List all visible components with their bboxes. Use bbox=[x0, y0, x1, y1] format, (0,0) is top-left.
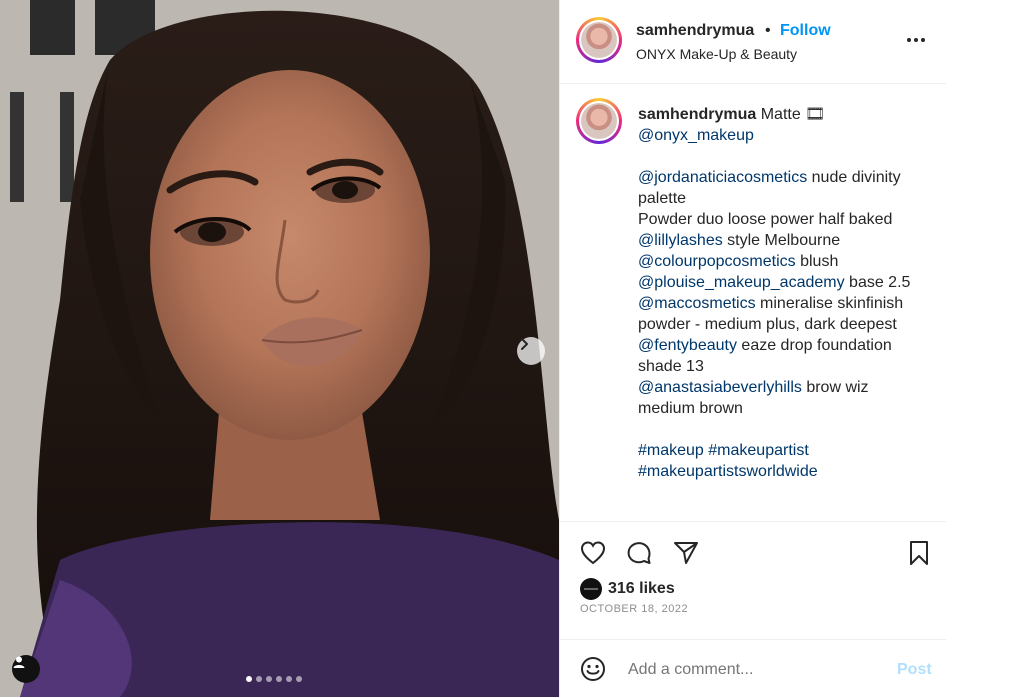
caption-line: @lillylashes style Melbourne bbox=[638, 230, 928, 251]
follow-button[interactable]: Follow bbox=[780, 22, 831, 40]
save-button[interactable] bbox=[904, 538, 934, 568]
emoji-button[interactable] bbox=[578, 654, 608, 684]
post-image[interactable] bbox=[0, 0, 559, 697]
more-icon bbox=[907, 38, 911, 42]
post-sidebar: samhendrymua • Follow ONYX Make-Up & Bea… bbox=[559, 0, 946, 697]
user-tag-button[interactable] bbox=[12, 655, 40, 683]
caption-mention[interactable]: @plouise_makeup_academy bbox=[638, 274, 845, 291]
caption-line bbox=[638, 419, 928, 440]
caption-section: samhendrymua Matte 🎞 @onyx_makeup @jorda… bbox=[560, 84, 946, 521]
like-button[interactable] bbox=[578, 538, 608, 568]
share-button[interactable] bbox=[671, 538, 701, 568]
comment-button[interactable] bbox=[624, 538, 654, 568]
action-bar: 316 likes OCTOBER 18, 2022 bbox=[560, 521, 946, 640]
comment-input[interactable] bbox=[626, 660, 870, 680]
likes-count[interactable]: 316 likes bbox=[608, 580, 675, 598]
chevron-right-icon bbox=[521, 338, 528, 350]
likes-row: 316 likes bbox=[580, 578, 675, 600]
post-date: OCTOBER 18, 2022 bbox=[580, 603, 689, 615]
caption-mention[interactable]: @lillylashes bbox=[638, 232, 723, 249]
caption-line: @plouise_makeup_academy base 2.5 bbox=[638, 272, 928, 293]
header-avatar[interactable] bbox=[576, 17, 622, 63]
carousel-dot bbox=[296, 676, 302, 682]
caption-line: @onyx_makeup bbox=[638, 125, 928, 146]
caption-username[interactable]: samhendrymua bbox=[638, 106, 756, 123]
carousel-dot bbox=[286, 676, 292, 682]
avatar bbox=[581, 22, 617, 58]
carousel-dot bbox=[256, 676, 262, 682]
caption-line: @maccosmetics mineralise skinfinish powd… bbox=[638, 293, 928, 335]
caption-avatar[interactable] bbox=[576, 98, 622, 144]
caption-mention[interactable]: @fentybeauty bbox=[638, 337, 737, 354]
carousel-dot bbox=[246, 676, 252, 682]
caption-text-segment: blush bbox=[795, 253, 839, 270]
portrait-illustration bbox=[0, 0, 559, 697]
caption-mention[interactable]: #makeupartistsworldwide bbox=[638, 463, 818, 480]
caption-text: samhendrymua Matte 🎞 @onyx_makeup @jorda… bbox=[638, 104, 928, 482]
header-username[interactable]: samhendrymua bbox=[636, 22, 754, 40]
header-separator: • bbox=[765, 22, 771, 39]
caption-mention[interactable]: @jordanaticiacosmetics bbox=[638, 169, 807, 186]
paper-plane-icon bbox=[674, 542, 698, 564]
caption-line: @anastasiabeverlyhills brow wiz medium b… bbox=[638, 377, 928, 419]
liker-avatar[interactable] bbox=[580, 578, 602, 600]
avatar bbox=[581, 103, 617, 139]
caption-line: @colourpopcosmetics blush bbox=[638, 251, 928, 272]
carousel-indicators bbox=[246, 676, 302, 682]
caption-line bbox=[638, 146, 928, 167]
emoji-icon bbox=[581, 657, 605, 681]
caption-mention[interactable]: @maccosmetics bbox=[638, 295, 756, 312]
more-options-button[interactable] bbox=[907, 30, 931, 50]
caption-text-segment: base 2.5 bbox=[844, 274, 911, 291]
user-tag-icon bbox=[13, 656, 25, 668]
comment-bar: Post bbox=[560, 639, 946, 698]
caption-mention[interactable]: #makeup #makeupartist bbox=[638, 442, 809, 459]
caption-line: #makeupartistsworldwide bbox=[638, 461, 928, 482]
caption-lead: Matte 🎞 bbox=[760, 106, 826, 123]
caption-lines: @onyx_makeup @jordanaticiacosmetics nude… bbox=[638, 125, 928, 482]
heart-icon bbox=[580, 541, 606, 565]
caption-text-segment: Powder duo loose power half baked bbox=[638, 211, 893, 228]
caption-text-segment: style Melbourne bbox=[722, 232, 841, 249]
caption-mention[interactable]: @anastasiabeverlyhills bbox=[638, 379, 802, 396]
caption-mention[interactable]: @onyx_makeup bbox=[638, 127, 754, 144]
caption-line: @jordanaticiacosmetics nude divinity pal… bbox=[638, 167, 928, 209]
post-header: samhendrymua • Follow ONYX Make-Up & Bea… bbox=[560, 0, 946, 84]
header-location[interactable]: ONYX Make-Up & Beauty bbox=[636, 46, 797, 62]
carousel-dot bbox=[276, 676, 282, 682]
instagram-post: samhendrymua • Follow ONYX Make-Up & Bea… bbox=[0, 0, 946, 697]
caption-line: #makeup #makeupartist bbox=[638, 440, 928, 461]
carousel-dot bbox=[266, 676, 272, 682]
bookmark-icon bbox=[910, 541, 928, 565]
post-comment-button[interactable]: Post bbox=[897, 661, 932, 679]
comment-icon bbox=[627, 542, 651, 564]
caption-mention[interactable]: @colourpopcosmetics bbox=[638, 253, 796, 270]
caption-line: @fentybeauty eaze drop foundation shade … bbox=[638, 335, 928, 377]
caption-line: Powder duo loose power half baked bbox=[638, 209, 928, 230]
next-image-button[interactable] bbox=[517, 337, 545, 365]
